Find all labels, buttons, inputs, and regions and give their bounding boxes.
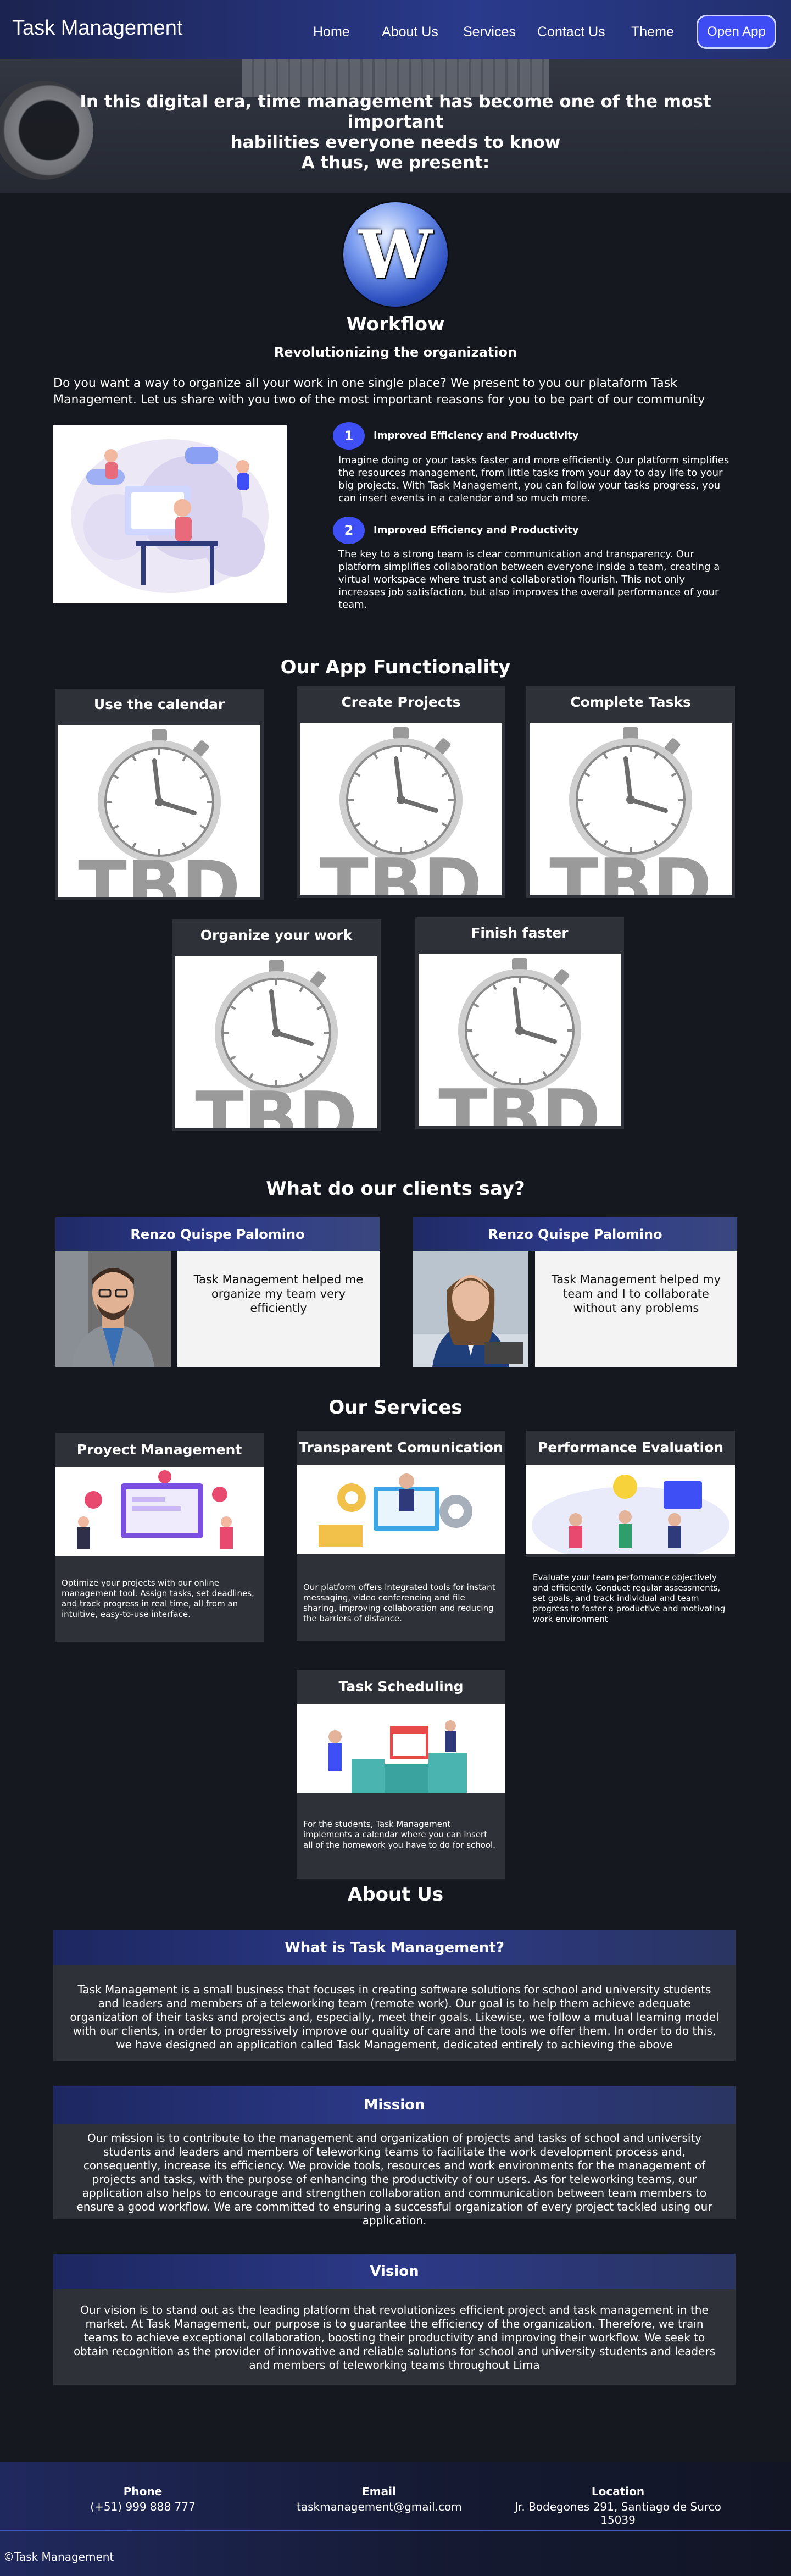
services-title: Our Services — [328, 1397, 463, 1419]
copyright: ©Task Management — [3, 2550, 114, 2563]
hero-banner: In this digital era, time management has… — [0, 59, 791, 193]
stopwatch-tbd-image: TBD — [58, 725, 260, 897]
task-scheduling-illustration — [297, 1704, 505, 1793]
feature-card-calendar[interactable]: Use the calendar TBD — [55, 689, 264, 900]
reason-2-badge: 2 — [333, 517, 365, 544]
client-photo-woman — [413, 1251, 528, 1367]
testimonial-name: Renzo Quispe Palomino — [413, 1217, 737, 1251]
about-heading-vision: Vision — [53, 2254, 736, 2289]
about-text-what-is: Task Management is a small business that… — [53, 1965, 736, 2061]
testimonial-quote: Task Management helped me organize my te… — [177, 1251, 380, 1367]
testimonial-card: Renzo Quispe Palomino Task Management he… — [413, 1217, 737, 1367]
tbd-placeholder-text: TBD — [78, 845, 241, 897]
nav-home[interactable]: Home — [313, 24, 350, 40]
nav-about-us[interactable]: About Us — [382, 24, 438, 40]
nav-services[interactable]: Services — [463, 24, 516, 40]
stopwatch-tbd-image: TBD — [419, 954, 621, 1126]
service-card-performance[interactable]: Performance Evaluation Evaluate your tea… — [526, 1431, 735, 1624]
testimonial-name: Renzo Quispe Palomino — [55, 1217, 380, 1251]
footer-email: Email taskmanagement@gmail.com — [297, 2485, 462, 2513]
feature-card-tasks[interactable]: Complete Tasks TBD — [526, 686, 735, 898]
stopwatch-tbd-image: TBD — [175, 956, 377, 1128]
project-management-illustration — [55, 1467, 264, 1556]
intro-paragraph: Do you want a way to organize all your w… — [53, 376, 705, 407]
tbd-placeholder-text: TBD — [438, 1074, 601, 1126]
client-photo-man — [55, 1251, 171, 1367]
tbd-placeholder-text: TBD — [320, 843, 482, 895]
reason-1-text: Imagine doing or your tasks faster and m… — [338, 455, 729, 504]
testimonial-quote: Task Management helped my team and I to … — [535, 1251, 737, 1367]
service-card-project-management[interactable]: Proyect Management Optimize your project… — [55, 1433, 264, 1642]
testimonials-title: What do our clients say? — [266, 1178, 525, 1200]
reason-1-badge: 1 — [333, 422, 365, 450]
performance-evaluation-illustration — [526, 1465, 735, 1554]
reason-2-text: The key to a strong team is clear commun… — [338, 549, 720, 611]
workflow-logo: W — [342, 201, 449, 308]
service-card-task-scheduling[interactable]: Task Scheduling For the students, Task M… — [297, 1670, 505, 1879]
reason-2-title: Improved Efficiency and Productivity — [374, 524, 579, 536]
hero-text: In this digital era, time management has… — [80, 92, 711, 173]
footer-location: Location Jr. Bodegones 291, Santiago de … — [515, 2485, 721, 2527]
about-heading-mission: Mission — [53, 2086, 736, 2124]
nav-contact-us[interactable]: Contact Us — [537, 24, 605, 40]
functionality-title: Our App Functionality — [280, 656, 511, 678]
about-heading-what-is: What is Task Management? — [53, 1930, 736, 1965]
footer-divider — [0, 2530, 791, 2531]
tbd-placeholder-text: TBD — [195, 1076, 358, 1128]
brand-title[interactable]: Task Management — [12, 16, 183, 40]
top-navbar: Task Management Home About Us Services C… — [0, 0, 791, 59]
feature-card-finish[interactable]: Finish faster TBD — [415, 917, 624, 1129]
team-collaboration-illustration — [53, 425, 287, 603]
workflow-title: Workflow — [346, 313, 445, 335]
about-text-vision: Our vision is to stand out as the leadin… — [53, 2289, 736, 2385]
feature-card-organize[interactable]: Organize your work TBD — [172, 919, 381, 1131]
communication-illustration — [297, 1465, 505, 1554]
testimonial-card: Renzo Quispe Palomino Task Management he… — [55, 1217, 380, 1367]
stopwatch-tbd-image: TBD — [530, 723, 732, 895]
open-app-button[interactable]: Open App — [697, 15, 776, 49]
stopwatch-tbd-image: TBD — [300, 723, 502, 895]
about-title: About Us — [347, 1883, 444, 1905]
workflow-subtitle: Revolutionizing the organization — [274, 345, 517, 360]
reason-1-title: Improved Efficiency and Productivity — [374, 430, 579, 441]
service-card-communication[interactable]: Transparent Comunication Our platform of… — [297, 1431, 505, 1641]
nav-theme[interactable]: Theme — [631, 24, 674, 40]
footer-phone: Phone (+51) 999 888 777 — [90, 2485, 196, 2513]
tbd-placeholder-text: TBD — [549, 843, 712, 895]
feature-card-projects[interactable]: Create Projects TBD — [297, 686, 505, 898]
about-text-mission: Our mission is to contribute to the mana… — [53, 2124, 736, 2227]
logo-letter: W — [358, 216, 433, 293]
